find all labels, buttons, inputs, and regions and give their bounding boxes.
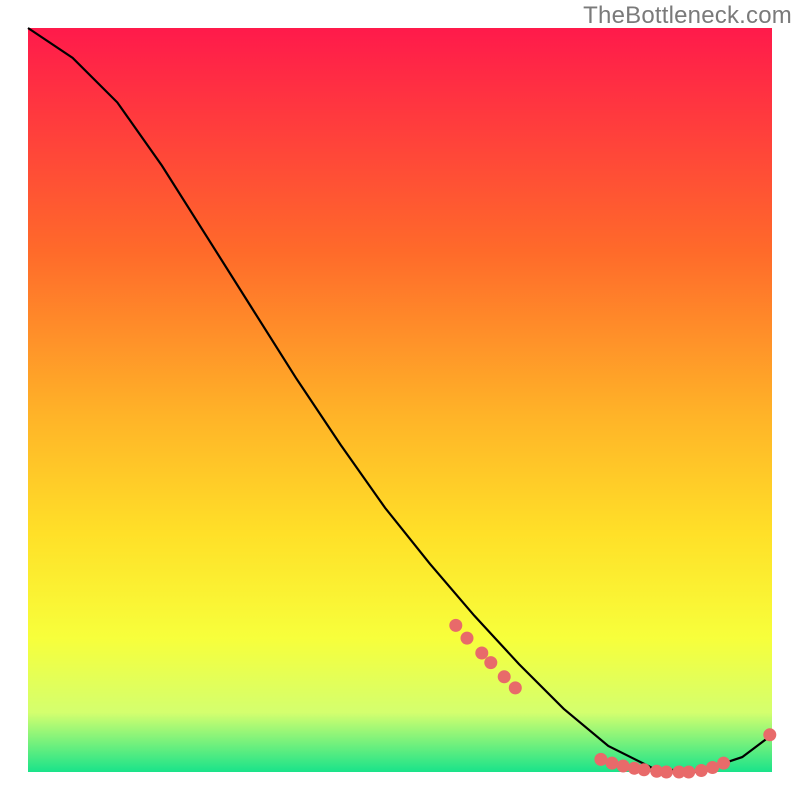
data-point [717,757,730,770]
data-point [509,681,522,694]
data-point [695,764,708,777]
data-point [461,632,474,645]
watermark-text: TheBottleneck.com [583,2,792,30]
plot-background [28,28,772,772]
chart-container: { "watermark": "TheBottleneck.com", "col… [0,0,800,800]
data-point [449,619,462,632]
data-point [484,656,497,669]
chart-svg [0,0,800,800]
data-point [498,670,511,683]
data-point [475,647,488,660]
data-point [706,761,719,774]
data-point [763,728,776,741]
data-point [594,753,607,766]
data-point [660,766,673,779]
data-point [617,760,630,773]
data-point [682,766,695,779]
data-point [638,763,651,776]
data-point [606,757,619,770]
